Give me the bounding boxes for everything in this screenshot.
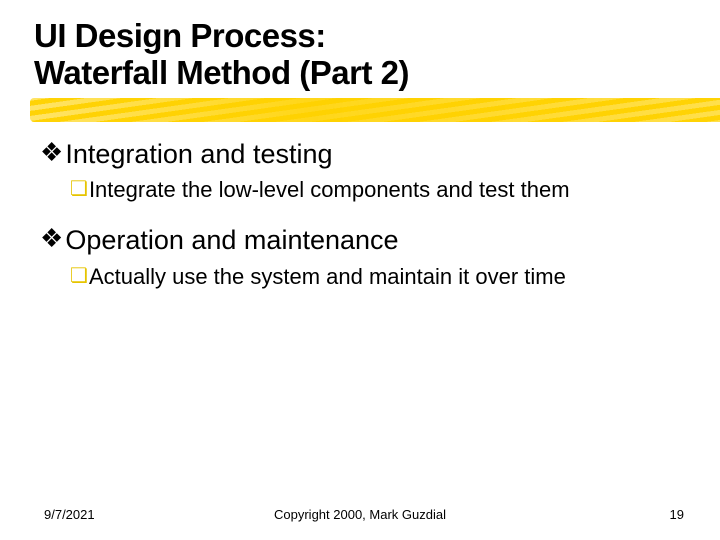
footer: 9/7/2021 Copyright 2000, Mark Guzdial 19 [0,507,720,522]
title-line-2: Waterfall Method (Part 2) [34,54,409,91]
square-bullet-icon: ❏ [70,176,88,202]
diamond-bullet-icon: ❖ [40,224,63,254]
footer-page-number: 19 [670,507,684,522]
title-underline [0,98,720,124]
title-line-1: UI Design Process: [34,17,326,54]
sub-list-item: ❏ Actually use the system and maintain i… [70,263,680,291]
footer-copyright: Copyright 2000, Mark Guzdial [274,507,446,522]
slide: UI Design Process: Waterfall Method (Par… [0,0,720,540]
yellow-scribble [30,98,720,122]
diamond-bullet-icon: ❖ [40,138,63,168]
list-item: ❖ Integration and testing [40,138,680,170]
slide-title: UI Design Process: Waterfall Method (Par… [0,18,720,92]
square-bullet-icon: ❏ [70,263,88,289]
sub-list-item-label: Integrate the low-level components and t… [89,176,570,204]
footer-date: 9/7/2021 [44,507,95,522]
list-item: ❖ Operation and maintenance [40,224,680,256]
sub-list-item-label: Actually use the system and maintain it … [89,263,566,291]
sub-list-item: ❏ Integrate the low-level components and… [70,176,680,204]
content-area: ❖ Integration and testing ❏ Integrate th… [0,124,720,291]
list-item-label: Integration and testing [65,138,332,170]
list-item-label: Operation and maintenance [65,224,398,256]
